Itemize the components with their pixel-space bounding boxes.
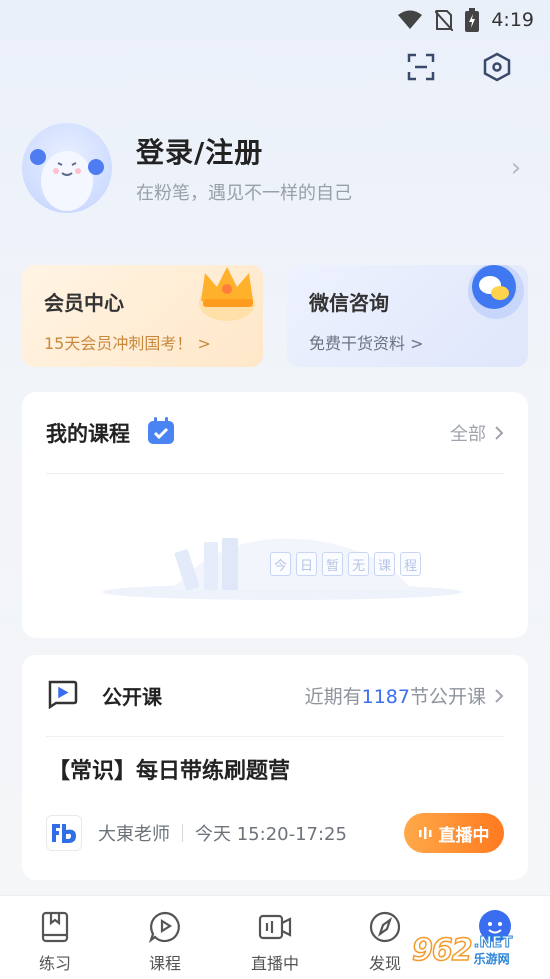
wechat-bubble-icon [464, 265, 526, 329]
empty-char: 程 [400, 552, 421, 576]
settings-hexagon-icon[interactable] [482, 52, 512, 82]
chevron-right-icon [495, 425, 504, 440]
wechat-consult-subtitle: 免费干货资料 > [309, 334, 424, 353]
lesson-title[interactable]: 【常识】每日带练刷题营 [48, 753, 290, 785]
empty-char: 日 [296, 552, 317, 576]
battery-charging-icon [465, 8, 480, 32]
open-class-card: 公开课 近期有1187节公开课 【常识】每日带练刷题营 大東老师 今天 15:2… [22, 655, 528, 880]
no-courses-label: 今 日 暂 无 课 程 [270, 552, 421, 576]
live-camera-icon [258, 914, 292, 940]
watermark-number: 962 [411, 932, 473, 969]
empty-char: 课 [374, 552, 395, 576]
count-suffix: 节公开课 [409, 686, 486, 708]
open-class-header[interactable]: 公开课 近期有1187节公开课 [46, 655, 504, 737]
my-courses-header: 我的课程 全部 [46, 392, 504, 474]
lesson-meta: 大東老师 今天 15:20-17:25 直播中 [46, 813, 504, 853]
avatar[interactable] [22, 123, 112, 213]
profile-login-row[interactable]: 登录/注册 在粉笔，遇见不一样的自己 › [22, 118, 528, 218]
tab-label: 直播中 [250, 954, 299, 973]
wechat-consult-card[interactable]: 微信咨询 免费干货资料 > [287, 265, 528, 367]
teacher-name: 大東老师 [98, 824, 170, 845]
all-courses-label: 全部 [450, 423, 486, 445]
top-actions [406, 52, 512, 82]
profile-subtitle: 在粉笔，遇见不一样的自己 [136, 183, 352, 204]
count-prefix: 近期有 [304, 686, 362, 708]
my-courses-card: 我的课程 全部 今 日 暂 无 课 程 [22, 392, 528, 638]
chevron-right-icon [495, 688, 504, 703]
tab-courses[interactable]: 课程 [110, 896, 220, 979]
tab-label: 课程 [148, 954, 181, 973]
open-class-count-link[interactable]: 近期有1187节公开课 [305, 682, 504, 709]
login-register-title[interactable]: 登录/注册 [136, 131, 504, 171]
open-class-title: 公开课 [102, 685, 162, 709]
discover-compass-icon [369, 911, 401, 943]
vip-center-subtitle: 15天会员冲刺国考！ > [44, 334, 211, 353]
watermark-net: .NET [473, 933, 513, 951]
site-watermark-logo: 962 .NET 乐游网 [411, 927, 542, 973]
empty-char: 今 [270, 552, 291, 576]
lesson-time: 今天 15:20-17:25 [195, 824, 347, 845]
watermark-site: 乐游网 [473, 952, 510, 966]
empty-char: 无 [348, 552, 369, 576]
tab-live[interactable]: 直播中 [220, 896, 330, 979]
my-courses-title: 我的课程 [46, 421, 130, 446]
live-now-label: 直播中 [438, 825, 490, 846]
tab-practice[interactable]: 练习 [0, 896, 110, 979]
course-play-icon [148, 911, 180, 943]
practice-book-icon [41, 911, 69, 943]
scan-icon[interactable] [406, 52, 436, 82]
all-courses-link[interactable]: 全部 [450, 420, 504, 446]
vip-center-card[interactable]: 会员中心 15天会员冲刺国考！ > [22, 265, 263, 367]
calendar-check-icon [146, 416, 176, 450]
divider [182, 824, 183, 842]
fenbi-logo-icon [46, 815, 82, 851]
clock-time: 4:19 [491, 9, 534, 31]
wifi-icon [397, 10, 423, 30]
tab-label: 练习 [38, 954, 71, 973]
live-now-button[interactable]: 直播中 [404, 813, 504, 853]
live-bars-icon [418, 827, 431, 839]
open-class-count: 1187 [361, 686, 410, 708]
promo-row: 会员中心 15天会员冲刺国考！ > 微信咨询 免费干货资料 > [22, 265, 528, 367]
crown-icon [191, 265, 261, 329]
empty-char: 暂 [322, 552, 343, 576]
tab-label: 发现 [368, 954, 401, 973]
no-sim-icon [435, 9, 454, 31]
video-play-icon [46, 679, 78, 713]
status-bar: 4:19 [0, 0, 550, 40]
chevron-right-icon[interactable]: › [504, 153, 528, 183]
